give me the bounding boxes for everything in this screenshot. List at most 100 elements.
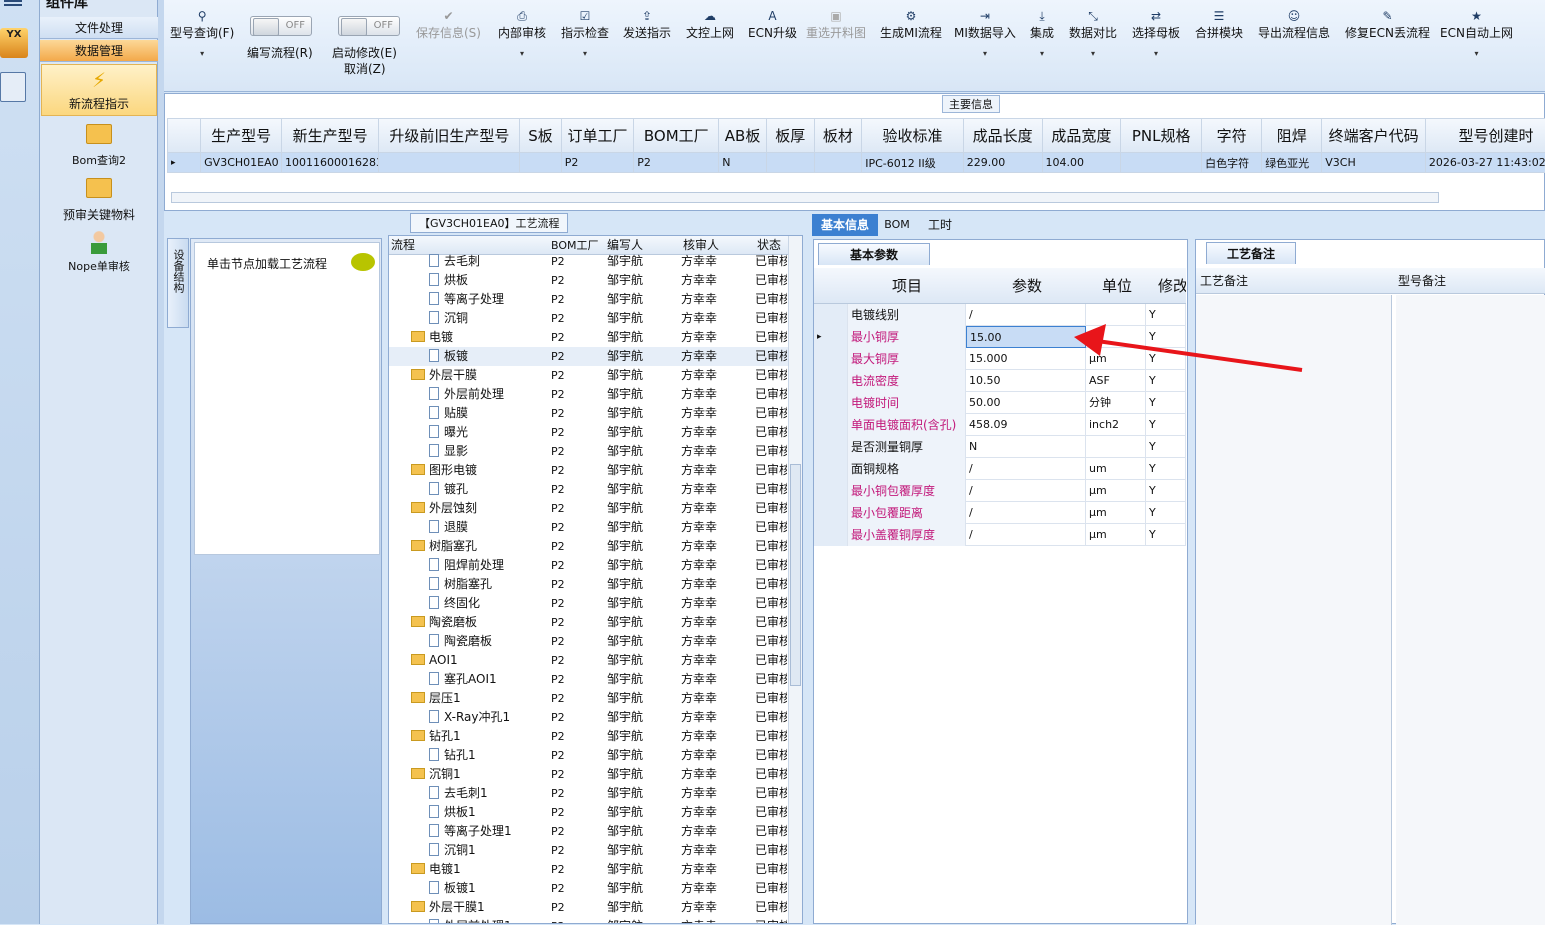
param-value-input[interactable]: / <box>966 458 1086 480</box>
tree-node-name[interactable]: 板镀 <box>429 347 545 366</box>
param-row[interactable]: 电镀时间50.00分钟Y <box>814 392 1186 414</box>
mi-import-button[interactable]: ⇥MI数据导入▾ <box>954 8 1016 58</box>
tree-row[interactable]: 外层干膜P2邹宇航方幸幸已审核 <box>389 366 789 385</box>
tree-node-name[interactable]: 陶瓷磨板 <box>411 613 545 632</box>
param-modify[interactable]: Y <box>1146 436 1186 458</box>
tree-row[interactable]: 板镀P2邹宇航方幸幸已审核 <box>389 347 789 366</box>
main-cell[interactable]: 绿色亚光 <box>1262 153 1322 173</box>
tree-node-name[interactable]: 烘板 <box>429 271 545 290</box>
param-row[interactable]: 单面电镀面积(含孔)458.09inch2Y <box>814 414 1186 436</box>
nav-item-nope-review[interactable]: Nope单审核 <box>40 228 158 276</box>
param-row[interactable]: 面铜规格/umY <box>814 458 1186 480</box>
row-selector[interactable] <box>814 304 848 326</box>
tree-node-name[interactable]: 镀孔 <box>429 480 545 499</box>
main-col-header[interactable]: 字符 <box>1202 119 1262 153</box>
calculator-icon[interactable] <box>0 72 26 102</box>
nav-item-bom-query[interactable]: Bom查询2 <box>40 122 158 170</box>
tree-row[interactable]: 板镀1P2邹宇航方幸幸已审核 <box>389 879 789 898</box>
tree-node-name[interactable]: AOI1 <box>411 651 545 670</box>
tree-node-name[interactable]: 树脂塞孔 <box>429 575 545 594</box>
ecn-auto-button[interactable]: ★ECN自动上网▾ <box>1440 8 1513 58</box>
main-cell[interactable]: N <box>719 153 767 173</box>
param-value-input[interactable]: / <box>966 524 1086 546</box>
tree-row[interactable]: 等离子处理1P2邹宇航方幸幸已审核 <box>389 822 789 841</box>
tree-row[interactable]: 沉铜1P2邹宇航方幸幸已审核 <box>389 841 789 860</box>
scroll-thumb[interactable] <box>790 464 801 686</box>
tree-node-name[interactable]: 板镀1 <box>429 879 545 898</box>
main-col-header[interactable]: PNL规格 <box>1121 119 1202 153</box>
main-col-header[interactable]: 成品宽度 <box>1042 119 1121 153</box>
tree-row[interactable]: 沉铜1P2邹宇航方幸幸已审核 <box>389 765 789 784</box>
model-query-button[interactable]: ⚲型号查询(F)▾ <box>170 8 234 58</box>
main-col-header[interactable]: 型号创建时 <box>1425 119 1545 153</box>
export-flow-button[interactable]: ☺导出流程信息 <box>1258 8 1330 41</box>
tree-node-name[interactable]: 等离子处理 <box>429 290 545 309</box>
menu-icon[interactable] <box>4 0 22 6</box>
main-cell[interactable] <box>814 153 862 173</box>
ecn-upgrade-button[interactable]: AECN升级 <box>748 8 797 41</box>
tree-node-name[interactable]: 终固化 <box>429 594 545 613</box>
main-cell[interactable] <box>520 153 561 173</box>
tree-node-name[interactable]: 显影 <box>429 442 545 461</box>
data-section-header[interactable]: 数据管理 <box>40 40 158 62</box>
row-selector[interactable] <box>814 370 848 392</box>
tree-row[interactable]: 终固化P2邹宇航方幸幸已审核 <box>389 594 789 613</box>
main-col-header[interactable]: 新生产型号 <box>281 119 378 153</box>
main-cell[interactable]: 白色字符 <box>1202 153 1262 173</box>
tree-node-name[interactable]: 等离子处理1 <box>429 822 545 841</box>
model-remark-area[interactable] <box>1396 295 1545 925</box>
tree-row[interactable]: 外层前处理P2邹宇航方幸幸已审核 <box>389 385 789 404</box>
main-cell[interactable]: P2 <box>634 153 719 173</box>
row-selector[interactable] <box>814 436 848 458</box>
main-cell[interactable] <box>766 153 814 173</box>
tree-row[interactable]: 陶瓷磨板P2邹宇航方幸幸已审核 <box>389 613 789 632</box>
tree-row[interactable]: 阻焊前处理P2邹宇航方幸幸已审核 <box>389 556 789 575</box>
tree-node-name[interactable]: 外层前处理 <box>429 385 545 404</box>
tree-row[interactable]: 外层前处理1P2邹宇航方幸幸已审核 <box>389 917 789 924</box>
tree-node-name[interactable]: X-Ray冲孔1 <box>429 708 545 727</box>
tree-node-name[interactable]: 树脂塞孔 <box>411 537 545 556</box>
tree-node-name[interactable]: 阻焊前处理 <box>429 556 545 575</box>
tree-row[interactable]: 烘板1P2邹宇航方幸幸已审核 <box>389 803 789 822</box>
tab-work-hours[interactable]: 工时 <box>922 214 958 236</box>
row-selector[interactable] <box>814 348 848 370</box>
guide-check-button[interactable]: ☑指示检查▾ <box>561 8 609 58</box>
param-row[interactable]: 是否测量铜厚NY <box>814 436 1186 458</box>
param-modify[interactable]: Y <box>1146 502 1186 524</box>
row-selector[interactable] <box>814 502 848 524</box>
send-guide-button[interactable]: ⇪发送指示 <box>623 8 671 41</box>
main-cell[interactable] <box>379 153 520 173</box>
tree-row[interactable]: 去毛刺1P2邹宇航方幸幸已审核 <box>389 784 789 803</box>
logo-icon[interactable]: YX <box>0 28 28 58</box>
tree-row[interactable]: 沉铜P2邹宇航方幸幸已审核 <box>389 309 789 328</box>
main-info-data-row[interactable]: ▸GV3CH01EA010011600016283P2P2NIPC-6012 I… <box>168 153 1545 173</box>
main-col-header[interactable]: 阻焊 <box>1262 119 1322 153</box>
param-modify[interactable]: Y <box>1146 480 1186 502</box>
tree-row[interactable]: 曝光P2邹宇航方幸幸已审核 <box>389 423 789 442</box>
param-modify[interactable]: Y <box>1146 414 1186 436</box>
main-col-header[interactable]: 验收标准 <box>862 119 964 153</box>
edit-flow-toggle[interactable]: OFF <box>250 16 312 36</box>
param-row[interactable]: 最小包覆距离/μmY <box>814 502 1186 524</box>
integrate-button[interactable]: ⤓集成▾ <box>1030 8 1054 58</box>
tree-row[interactable]: 电镀P2邹宇航方幸幸已审核 <box>389 328 789 347</box>
select-mother-button[interactable]: ⇄选择母板▾ <box>1132 8 1180 58</box>
tree-node-name[interactable]: 外层前处理1 <box>429 917 545 924</box>
tree-node-name[interactable]: 烘板1 <box>429 803 545 822</box>
reselect-button[interactable]: ▣重选开料图 <box>806 8 866 41</box>
tree-row[interactable]: 镀孔P2邹宇航方幸幸已审核 <box>389 480 789 499</box>
combine-button[interactable]: ☰合拼模块 <box>1195 8 1243 41</box>
tree-row[interactable]: 塞孔AOI1P2邹宇航方幸幸已审核 <box>389 670 789 689</box>
main-cell[interactable]: 229.00 <box>963 153 1042 173</box>
tree-row[interactable]: 去毛刺P2邹宇航方幸幸已审核 <box>389 252 789 271</box>
tree-row[interactable]: X-Ray冲孔1P2邹宇航方幸幸已审核 <box>389 708 789 727</box>
tree-row[interactable]: 钻孔1P2邹宇航方幸幸已审核 <box>389 746 789 765</box>
save-button[interactable]: ✔保存信息(S) <box>416 8 481 41</box>
main-cell[interactable]: V3CH <box>1322 153 1426 173</box>
tree-node-name[interactable]: 沉铜 <box>429 309 545 328</box>
tree-node-name[interactable]: 沉铜1 <box>429 841 545 860</box>
flow-tab-title[interactable]: 【GV3CH01EA0】工艺流程 <box>410 213 568 233</box>
row-selector[interactable]: ▸ <box>814 326 848 348</box>
gen-mi-button[interactable]: ⚙生成MI流程 <box>880 8 942 41</box>
tree-node-name[interactable]: 去毛刺1 <box>429 784 545 803</box>
